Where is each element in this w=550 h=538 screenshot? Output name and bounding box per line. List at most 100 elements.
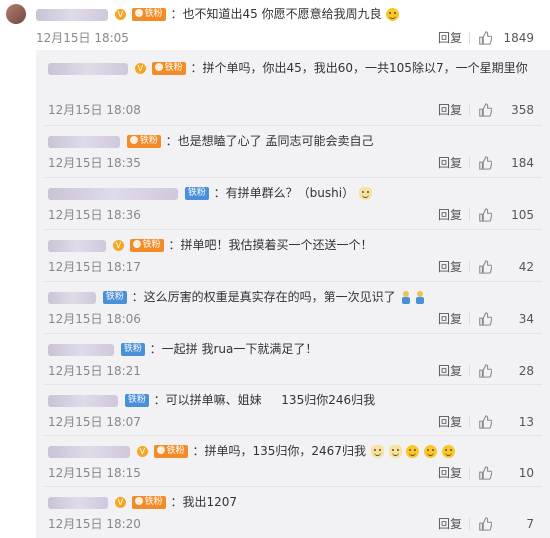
reply-button[interactable]: 回复: [438, 414, 462, 430]
comment-meta: 12月15日 18:36 回复 105: [48, 207, 534, 223]
like-count: 184: [511, 156, 534, 170]
laugh-emoji-icon: [386, 8, 400, 21]
comment-text: ：这么厉害的权重是真实存在的吗，第一次见识了: [131, 290, 396, 304]
comment-time: 12月15日 18:07: [48, 415, 141, 429]
like-count: 34: [518, 312, 534, 326]
blurred-username[interactable]: [48, 496, 108, 509]
comment-meta: 12月15日 18:20 回复 7: [48, 516, 534, 532]
comment-text: ：拼单吗，135归你，2467归我: [192, 444, 366, 458]
comment-line: V 铁粉 ：拼单吗，135归你，2467归我: [48, 441, 534, 461]
fan-badge[interactable]: 铁粉: [102, 291, 127, 304]
thumb-up-icon: [479, 466, 492, 480]
comment-line: V 铁粉 ：拼单吧！我估摸着买一个还送一个！: [48, 235, 534, 255]
fan-badge[interactable]: 铁粉: [124, 394, 149, 407]
comment-time: 12月15日 18:20: [48, 517, 141, 531]
divider: [469, 32, 470, 44]
comment-meta: 12月15日 18:06 回复 34: [48, 311, 534, 327]
divider: [469, 209, 470, 221]
divider: [469, 313, 470, 325]
blurred-username[interactable]: [48, 187, 178, 200]
fan-badge[interactable]: 铁粉: [129, 239, 164, 252]
vip-icon: V: [136, 446, 148, 457]
blurred-username[interactable]: [48, 343, 114, 356]
comment-line: 铁粉 ：也是想瞌了心了 孟同志可能会卖自己: [48, 131, 534, 151]
thumb-up-icon: [479, 31, 492, 45]
fan-badge[interactable]: 铁粉: [151, 62, 186, 75]
blurred-username[interactable]: [48, 239, 106, 252]
laugh-emoji-icon: [442, 445, 456, 458]
comment-line: V 铁粉 ：我出1207: [48, 492, 534, 512]
laugh-emoji-icon: [406, 445, 420, 458]
like-count: 358: [511, 103, 534, 117]
comment-text: ：也是想瞌了心了 孟同志可能会卖自己: [165, 134, 374, 148]
like-count: 28: [518, 364, 534, 378]
laugh-emoji-icon: [424, 445, 438, 458]
comment-text: ：拼单吧！我估摸着买一个还送一个！: [168, 238, 373, 252]
comment-line: 铁粉 ：一起拼 我rua一下就满足了！: [48, 339, 534, 359]
reply-button[interactable]: 回复: [438, 30, 462, 46]
reply-item: V 铁粉 ：拼单吧！我估摸着买一个还送一个！ 12月15日 18:17 回复 4…: [0, 229, 550, 281]
divider: [469, 261, 470, 273]
divider: [469, 416, 470, 428]
comment-time: 12月15日 18:36: [48, 208, 141, 222]
reply-button[interactable]: 回复: [438, 102, 462, 118]
blurred-username[interactable]: [48, 291, 96, 304]
comment-meta: 12月15日 18:07 回复 13: [48, 414, 534, 430]
thumb-up-icon: [479, 260, 492, 274]
thumb-up-icon: [479, 415, 492, 429]
figure-emoji-icon: [401, 291, 411, 304]
like-count: 13: [518, 415, 534, 429]
blurred-username[interactable]: [48, 135, 120, 148]
comment-text: ：可以拼单嘛、姐妹 135归你246归我: [153, 393, 376, 407]
reply-button[interactable]: 回复: [438, 207, 462, 223]
comment-meta: 12月15日 18:05 回复 1849: [36, 30, 534, 46]
comment-time: 12月15日 18:35: [48, 156, 141, 170]
fan-badge[interactable]: 铁粉: [184, 187, 209, 200]
comment-meta: 12月15日 18:17 回复 42: [48, 259, 534, 275]
reply-button[interactable]: 回复: [438, 363, 462, 379]
avatar[interactable]: [6, 4, 26, 24]
fan-badge[interactable]: 铁粉: [126, 135, 161, 148]
like-count: 42: [518, 260, 534, 274]
comment-line: V 铁粉 ：也不知道出45 你愿不愿意给我周九良: [36, 4, 534, 24]
reply-button[interactable]: 回复: [438, 516, 462, 532]
comment-text: ：我出1207: [170, 495, 238, 509]
comment-line: 铁粉 ：可以拼单嘛、姐妹 135归你246归我: [48, 390, 534, 410]
row-divider: [44, 177, 542, 178]
thumb-up-icon: [479, 103, 492, 117]
fan-badge[interactable]: 铁粉: [120, 343, 145, 356]
divider: [469, 467, 470, 479]
reply-item: 铁粉 ：这么厉害的权重是真实存在的吗，第一次见识了 12月15日 18:06 回…: [0, 281, 550, 333]
blurred-username[interactable]: [48, 445, 130, 458]
blurred-username[interactable]: [36, 8, 108, 21]
fan-badge[interactable]: 铁粉: [131, 496, 166, 509]
like-count: 105: [511, 208, 534, 222]
row-divider: [44, 333, 542, 334]
fan-badge[interactable]: 铁粉: [131, 8, 166, 21]
cat-emoji-icon: [370, 445, 384, 458]
row-divider: [44, 229, 542, 230]
reply-button[interactable]: 回复: [438, 465, 462, 481]
divider: [469, 518, 470, 530]
blurred-username[interactable]: [48, 62, 128, 75]
row-divider: [44, 125, 542, 126]
reply-button[interactable]: 回复: [438, 259, 462, 275]
comment-time: 12月15日 18:21: [48, 364, 141, 378]
cat-emoji-icon: [358, 187, 372, 200]
reply-button[interactable]: 回复: [438, 155, 462, 171]
vip-icon: V: [134, 63, 146, 74]
like-count: 1849: [503, 31, 534, 45]
reply-item: 铁粉 ：一起拼 我rua一下就满足了！ 12月15日 18:21 回复 28: [0, 333, 550, 385]
comment-time: 12月15日 18:17: [48, 260, 141, 274]
fan-badge[interactable]: 铁粉: [153, 445, 188, 458]
blurred-username[interactable]: [48, 394, 118, 407]
divider: [469, 365, 470, 377]
thumb-up-icon: [479, 312, 492, 326]
top-comment: V 铁粉 ：也不知道出45 你愿不愿意给我周九良 12月15日 18:05 回复…: [0, 0, 550, 50]
reply-button[interactable]: 回复: [438, 311, 462, 327]
thumb-up-icon: [479, 156, 492, 170]
row-divider: [44, 384, 542, 385]
comment-text: ：也不知道出45 你愿不愿意给我周九良: [170, 7, 382, 21]
vip-icon: V: [114, 497, 126, 508]
like-count: 7: [526, 517, 534, 531]
